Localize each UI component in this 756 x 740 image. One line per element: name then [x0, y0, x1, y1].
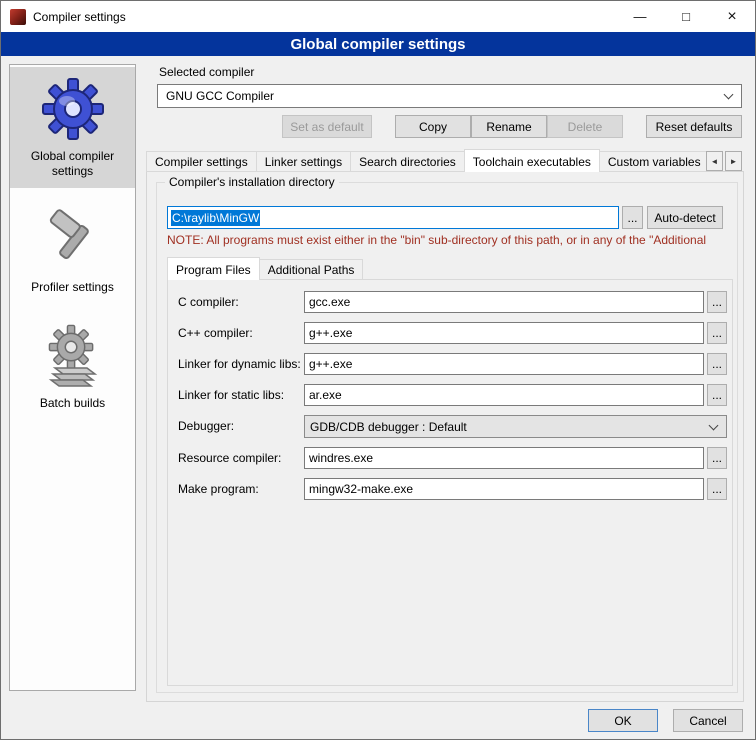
sidebar-item-profiler-settings[interactable]: Profiler settings — [10, 198, 135, 304]
program-files-page: C compiler: gcc.exe ... C++ compiler: g+… — [167, 279, 733, 686]
c-compiler-label: C compiler: — [178, 291, 239, 313]
tab-custom-variables[interactable]: Custom variables — [599, 151, 706, 172]
cpp-compiler-label: C++ compiler: — [178, 322, 253, 344]
c-compiler-input[interactable]: gcc.exe — [304, 291, 704, 313]
make-program-label: Make program: — [178, 478, 259, 500]
app-icon — [10, 9, 26, 25]
selected-compiler-label: Selected compiler — [159, 65, 254, 79]
tab-scroll-left-icon[interactable]: ◄ — [706, 151, 723, 171]
tab-compiler-settings[interactable]: Compiler settings — [146, 151, 257, 172]
profiler-tool-icon — [41, 208, 105, 272]
c-compiler-browse-button[interactable]: ... — [707, 291, 727, 313]
linker-dynamic-label: Linker for dynamic libs: — [178, 353, 301, 375]
sidebar-item-batch-builds[interactable]: Batch builds — [10, 314, 135, 420]
tab-linker-settings[interactable]: Linker settings — [256, 151, 351, 172]
sidebar-item-label: Profiler settings — [31, 280, 114, 295]
sidebar-item-global-compiler-settings[interactable]: Global compiler settings — [10, 67, 135, 188]
install-dir-input[interactable]: C:\raylib\MinGW — [167, 206, 619, 229]
reset-defaults-button[interactable]: Reset defaults — [646, 115, 742, 138]
install-dir-selected-text: C:\raylib\MinGW — [171, 210, 260, 226]
copy-button[interactable]: Copy — [395, 115, 471, 138]
minimize-button[interactable]: — — [617, 1, 663, 32]
tab-program-files[interactable]: Program Files — [167, 257, 260, 280]
chevron-down-icon — [724, 90, 734, 100]
tab-additional-paths[interactable]: Additional Paths — [259, 259, 364, 280]
dialog-header: Global compiler settings — [1, 32, 755, 56]
settings-tab-strip: Compiler settings Linker settings Search… — [146, 149, 706, 172]
linker-static-input[interactable]: ar.exe — [304, 384, 704, 406]
batch-gears-icon — [41, 324, 105, 388]
resource-compiler-label: Resource compiler: — [178, 447, 281, 469]
chevron-down-icon — [709, 420, 719, 430]
auto-detect-button[interactable]: Auto-detect — [647, 206, 723, 229]
debugger-value: GDB/CDB debugger : Default — [310, 420, 467, 434]
selected-compiler-value: GNU GCC Compiler — [166, 89, 274, 103]
caption-buttons: — □ × — [617, 1, 755, 32]
cpp-compiler-browse-button[interactable]: ... — [707, 322, 727, 344]
set-as-default-button[interactable]: Set as default — [282, 115, 372, 138]
sidebar-item-label: Global compiler settings — [13, 149, 132, 179]
rename-button[interactable]: Rename — [471, 115, 547, 138]
linker-dynamic-input[interactable]: g++.exe — [304, 353, 704, 375]
installation-directory-legend: Compiler's installation directory — [165, 175, 339, 189]
programs-tab-strip: Program Files Additional Paths — [167, 257, 362, 280]
resource-compiler-browse-button[interactable]: ... — [707, 447, 727, 469]
tab-scroll-right-icon[interactable]: ► — [725, 151, 742, 171]
install-dir-note: NOTE: All programs must exist either in … — [167, 233, 732, 247]
linker-static-label: Linker for static libs: — [178, 384, 284, 406]
delete-button[interactable]: Delete — [547, 115, 623, 138]
gear-icon — [41, 77, 105, 141]
make-program-browse-button[interactable]: ... — [707, 478, 727, 500]
compiler-settings-window: Compiler settings — □ × Global compiler … — [0, 0, 756, 740]
make-program-input[interactable]: mingw32-make.exe — [304, 478, 704, 500]
cancel-button[interactable]: Cancel — [673, 709, 743, 732]
install-dir-browse-button[interactable]: ... — [622, 206, 643, 229]
close-button[interactable]: × — [709, 1, 755, 32]
debugger-label: Debugger: — [178, 415, 234, 437]
tab-search-directories[interactable]: Search directories — [350, 151, 465, 172]
resource-compiler-input[interactable]: windres.exe — [304, 447, 704, 469]
debugger-dropdown[interactable]: GDB/CDB debugger : Default — [304, 415, 727, 438]
linker-dynamic-browse-button[interactable]: ... — [707, 353, 727, 375]
cpp-compiler-input[interactable]: g++.exe — [304, 322, 704, 344]
sidebar-item-label: Batch builds — [40, 396, 105, 411]
titlebar: Compiler settings — □ × — [1, 1, 755, 32]
settings-category-list: Global compiler settings Profiler settin… — [9, 64, 136, 691]
selected-compiler-dropdown[interactable]: GNU GCC Compiler — [157, 84, 742, 108]
ok-button[interactable]: OK — [588, 709, 658, 732]
maximize-button[interactable]: □ — [663, 1, 709, 32]
tab-toolchain-executables[interactable]: Toolchain executables — [464, 149, 600, 172]
linker-static-browse-button[interactable]: ... — [707, 384, 727, 406]
window-title: Compiler settings — [33, 10, 126, 24]
